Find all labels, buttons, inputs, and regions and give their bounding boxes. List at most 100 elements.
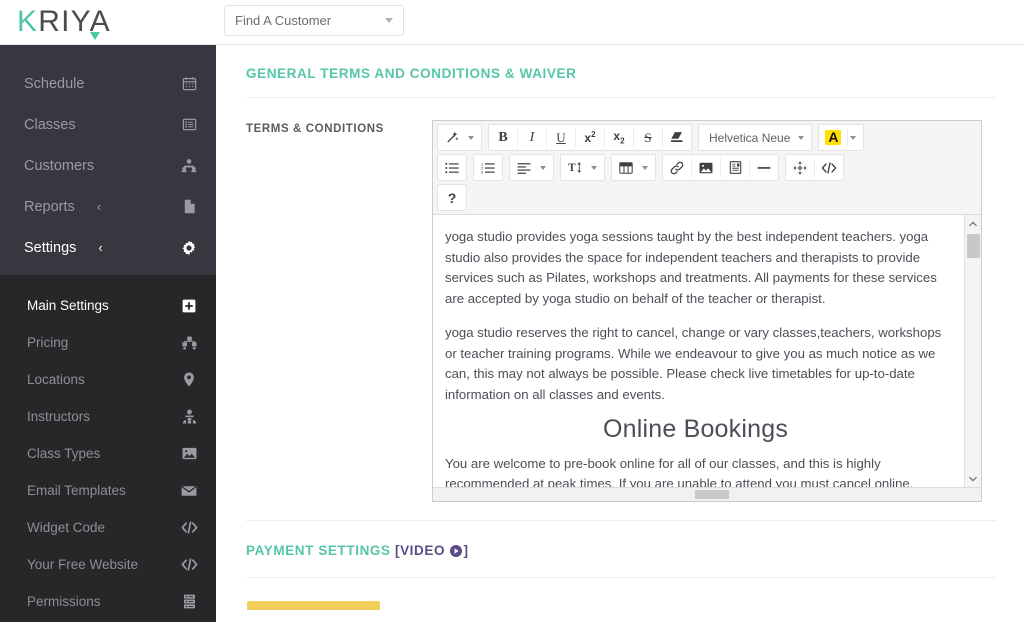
- sidebar-item-instructors[interactable]: Instructors: [0, 398, 216, 435]
- superscript-icon[interactable]: x2: [576, 125, 604, 150]
- chevron-down-icon[interactable]: [850, 135, 857, 140]
- brand-triangle-icon: [89, 32, 100, 40]
- horizontal-rule-icon[interactable]: [750, 155, 778, 180]
- insert-image-icon[interactable]: [692, 155, 720, 180]
- pricing-icon: [179, 333, 199, 353]
- permissions-icon: [179, 592, 199, 612]
- italic-icon[interactable]: I: [518, 125, 546, 150]
- video-link[interactable]: [VIDEO ]: [395, 543, 469, 558]
- sidebar-item-classes[interactable]: Classes: [0, 104, 216, 145]
- unordered-list-icon[interactable]: [438, 155, 466, 180]
- sidebar-item-label: Locations: [27, 372, 85, 387]
- align-left-icon[interactable]: [510, 155, 538, 180]
- editor-heading-online-bookings: Online Bookings: [602, 415, 789, 443]
- chevron-down-icon[interactable]: [642, 165, 648, 170]
- code-icon: [179, 555, 199, 575]
- sidebar-item-settings[interactable]: Settings ‹: [0, 227, 216, 268]
- payment-title-text: PAYMENT SETTINGS: [246, 543, 391, 558]
- toolbar-group-view: [785, 154, 844, 181]
- instructor-icon: [179, 407, 199, 427]
- help-icon[interactable]: ?: [438, 185, 466, 210]
- insert-file-icon[interactable]: [721, 155, 749, 180]
- sidebar-item-customers[interactable]: Customers: [0, 145, 216, 186]
- rich-text-editor: B I U x2 x2 S Helvetica Neue A 1 2 3 T ?…: [432, 120, 982, 502]
- customers-icon: [179, 156, 199, 176]
- sidebar-item-label: Widget Code: [27, 520, 106, 535]
- chevron-down-icon: [385, 18, 393, 23]
- line-height-icon[interactable]: T: [561, 155, 589, 180]
- sidebar-item-your-free-website[interactable]: Your Free Website: [0, 546, 216, 583]
- sidebar-item-label: Main Settings: [27, 298, 109, 313]
- sidebar-item-pricing[interactable]: Pricing: [0, 324, 216, 361]
- terms-field-label: TERMS & CONDITIONS: [246, 123, 384, 135]
- chevron-down-icon[interactable]: [591, 165, 597, 170]
- sidebar-item-label: Permissions: [27, 594, 101, 609]
- editor-paragraph-1: yoga studio provides yoga sessions taugh…: [445, 229, 937, 306]
- code-view-icon[interactable]: [815, 155, 843, 180]
- sidebar-item-label: Class Types: [27, 446, 101, 461]
- terms-field-row: TERMS & CONDITIONS B I U x2 x2 S Helveti…: [216, 98, 1024, 502]
- gear-icon: [179, 238, 199, 258]
- font-family-select[interactable]: Helvetica Neue: [699, 131, 796, 145]
- brand-logo-riy: RIY: [38, 5, 90, 38]
- scroll-down-arrow-icon[interactable]: [965, 470, 981, 487]
- find-customer-select[interactable]: Find A Customer: [224, 5, 404, 36]
- ordered-list-icon[interactable]: 1 2 3: [474, 155, 502, 180]
- strikethrough-icon[interactable]: S: [634, 125, 662, 150]
- editor-text-area[interactable]: yoga studio provides yoga sessions taugh…: [433, 215, 960, 487]
- magic-wand-icon[interactable]: [438, 125, 466, 150]
- scrollbar-thumb[interactable]: [967, 234, 980, 258]
- toolbar-group-table: [611, 154, 656, 181]
- brand-logo[interactable]: KRIYA: [0, 0, 216, 45]
- editor-paragraph-3: You are welcome to pre-book online for a…: [445, 455, 914, 488]
- map-pin-icon: [179, 370, 199, 390]
- toolbar-group-styles: [437, 124, 482, 151]
- chevron-down-icon[interactable]: [468, 135, 474, 140]
- payment-section-title: PAYMENT SETTINGS [VIDEO ]: [216, 521, 1024, 560]
- sidebar-item-class-types[interactable]: Class Types: [0, 435, 216, 472]
- editor-horizontal-scrollbar[interactable]: [433, 487, 981, 501]
- fullscreen-icon[interactable]: [786, 155, 814, 180]
- brand-logo-text: KRIYA: [17, 5, 111, 40]
- list-box-icon: [179, 115, 199, 135]
- sidebar-item-reports[interactable]: Reports ‹: [0, 186, 216, 227]
- table-icon[interactable]: [612, 155, 640, 180]
- sidebar-item-schedule[interactable]: Schedule: [0, 63, 216, 104]
- toolbar-row-2: 1 2 3 T: [437, 154, 979, 181]
- find-customer-value: Find A Customer: [235, 13, 332, 28]
- toolbar-group-text-color: A: [818, 124, 865, 151]
- chevron-down-icon[interactable]: [540, 165, 546, 170]
- subscript-icon[interactable]: x2: [605, 125, 633, 150]
- scroll-up-arrow-icon[interactable]: [965, 215, 981, 232]
- sidebar-nav-main: Schedule Classes Customers Reports ‹ Set…: [0, 45, 216, 268]
- toolbar-row-3: ?: [437, 184, 979, 211]
- editor-vertical-scrollbar[interactable]: [964, 215, 981, 487]
- editor-body: yoga studio provides yoga sessions taugh…: [433, 215, 981, 487]
- video-close-bracket: ]: [463, 543, 469, 558]
- chevron-left-icon: ‹: [96, 199, 102, 214]
- code-icon: [179, 518, 199, 538]
- clear-formatting-icon[interactable]: [663, 125, 691, 150]
- toolbar-group-font-family: Helvetica Neue: [698, 124, 813, 151]
- text-color-icon[interactable]: A: [819, 125, 847, 150]
- sidebar-item-widget-code[interactable]: Widget Code: [0, 509, 216, 546]
- scrollbar-thumb[interactable]: [695, 490, 729, 499]
- insert-link-icon[interactable]: [663, 155, 691, 180]
- toolbar-group-align: [509, 154, 554, 181]
- text-color-letter: A: [825, 130, 842, 145]
- toolbar-group-insert: [662, 154, 779, 181]
- top-header: Find A Customer: [216, 0, 1024, 45]
- svg-text:3: 3: [481, 169, 483, 173]
- sidebar-item-locations[interactable]: Locations: [0, 361, 216, 398]
- underline-icon[interactable]: U: [547, 125, 575, 150]
- payment-primary-button[interactable]: [247, 601, 380, 610]
- plus-square-icon: [179, 296, 199, 316]
- sidebar-item-email-templates[interactable]: Email Templates: [0, 472, 216, 509]
- chevron-down-icon[interactable]: [798, 135, 805, 140]
- sidebar-item-permissions[interactable]: Permissions: [0, 583, 216, 620]
- app-root: KRIYA Schedule Classes Customers Reports…: [0, 0, 1024, 622]
- play-circle-icon: [450, 545, 463, 560]
- bold-icon[interactable]: B: [489, 125, 517, 150]
- editor-toolbar: B I U x2 x2 S Helvetica Neue A 1 2 3 T ?: [433, 121, 981, 215]
- sidebar-item-main-settings[interactable]: Main Settings: [0, 287, 216, 324]
